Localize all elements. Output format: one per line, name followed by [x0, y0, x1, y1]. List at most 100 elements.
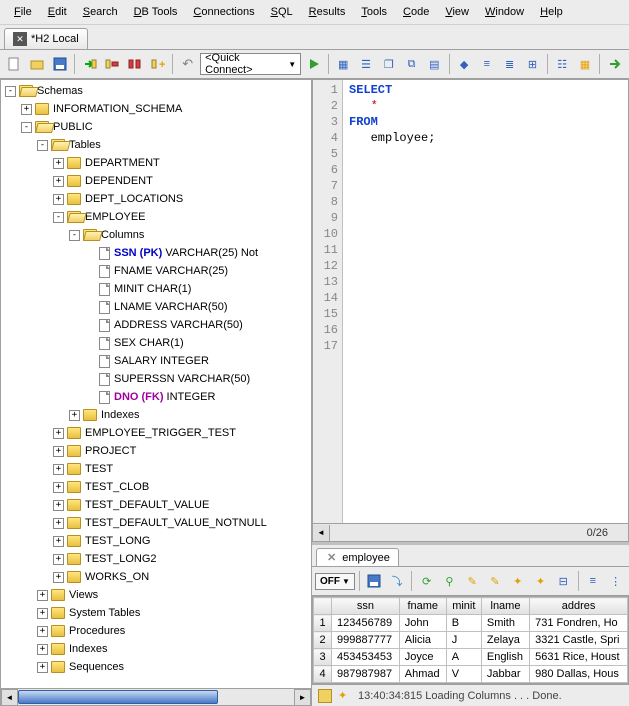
- menu-tools[interactable]: Tools: [353, 3, 395, 21]
- tree-expander[interactable]: +: [69, 410, 80, 421]
- res-find-button[interactable]: ⚲: [439, 570, 460, 592]
- tree-node[interactable]: -Columns: [1, 226, 311, 244]
- tree-node[interactable]: -Schemas: [1, 82, 311, 100]
- res-export-button[interactable]: ⤵: [387, 570, 408, 592]
- tb-c[interactable]: ❐: [378, 53, 399, 75]
- new-connection-button[interactable]: +: [148, 53, 169, 75]
- scroll-thumb[interactable]: [18, 690, 218, 704]
- close-icon[interactable]: ✕: [325, 551, 338, 564]
- menu-window[interactable]: Window: [477, 3, 532, 21]
- tree-expander[interactable]: +: [53, 536, 64, 547]
- tb-d[interactable]: ⧉: [401, 53, 422, 75]
- table-row[interactable]: 2999887777AliciaJZelaya3321 Castle, Spri: [314, 632, 628, 649]
- tree-node[interactable]: +TEST: [1, 460, 311, 478]
- res-rows[interactable]: ≡: [582, 570, 603, 592]
- tree-node[interactable]: +TEST_DEFAULT_VALUE: [1, 496, 311, 514]
- res-wand3[interactable]: ✦: [507, 570, 528, 592]
- tree-node[interactable]: +System Tables: [1, 604, 311, 622]
- tree-expander[interactable]: -: [21, 122, 32, 133]
- tree-node[interactable]: +INFORMATION_SCHEMA: [1, 100, 311, 118]
- tree-node[interactable]: SUPERSSN VARCHAR(50): [1, 370, 311, 388]
- tree-node[interactable]: +Sequences: [1, 658, 311, 676]
- menu-results[interactable]: Results: [301, 3, 354, 21]
- tree-expander[interactable]: +: [53, 176, 64, 187]
- tree-expander[interactable]: +: [37, 626, 48, 637]
- column-header[interactable]: lname: [481, 598, 529, 615]
- menu-code[interactable]: Code: [395, 3, 437, 21]
- editor-hscrollbar[interactable]: ◄ 0/26: [312, 524, 629, 542]
- res-wand2[interactable]: ✎: [485, 570, 506, 592]
- quick-connect-dropdown[interactable]: <Quick Connect> ▼: [200, 53, 301, 75]
- tree-node[interactable]: +TEST_LONG2: [1, 550, 311, 568]
- schema-tree[interactable]: -Schemas+INFORMATION_SCHEMA-PUBLIC-Table…: [1, 80, 311, 688]
- res-wand1[interactable]: ✎: [462, 570, 483, 592]
- editor-tab[interactable]: ✕ *H2 Local: [4, 28, 88, 49]
- tree-node[interactable]: SSN (PK) VARCHAR(25) Not: [1, 244, 311, 262]
- res-wand4[interactable]: ✦: [530, 570, 551, 592]
- menu-sql[interactable]: SQL: [263, 3, 301, 21]
- tree-node[interactable]: FNAME VARCHAR(25): [1, 262, 311, 280]
- table-row[interactable]: 3453453453JoyceAEnglish5631 Rice, Houst: [314, 649, 628, 666]
- tb-j[interactable]: ☷: [552, 53, 573, 75]
- connect-button[interactable]: [79, 53, 100, 75]
- tb-i[interactable]: ⊞: [522, 53, 543, 75]
- tree-expander[interactable]: -: [37, 140, 48, 151]
- editor-scroll-left[interactable]: ◄: [313, 525, 330, 541]
- tree-node[interactable]: DNO (FK) INTEGER: [1, 388, 311, 406]
- menu-search[interactable]: Search: [75, 3, 126, 21]
- tree-expander[interactable]: +: [53, 554, 64, 565]
- tree-node[interactable]: ADDRESS VARCHAR(50): [1, 316, 311, 334]
- tree-node[interactable]: +DEPT_LOCATIONS: [1, 190, 311, 208]
- tb-a[interactable]: ▦: [333, 53, 354, 75]
- tree-node[interactable]: +Views: [1, 586, 311, 604]
- autocommit-toggle[interactable]: OFF▼: [315, 573, 355, 590]
- tree-node[interactable]: +Indexes: [1, 406, 311, 424]
- tree-expander[interactable]: +: [53, 464, 64, 475]
- tree-expander[interactable]: +: [53, 158, 64, 169]
- tree-expander[interactable]: +: [53, 500, 64, 511]
- tree-node[interactable]: +DEPENDENT: [1, 172, 311, 190]
- tree-node[interactable]: SEX CHAR(1): [1, 334, 311, 352]
- scroll-right-arrow[interactable]: ►: [294, 689, 311, 706]
- tree-hscrollbar[interactable]: ◄ ►: [1, 688, 311, 705]
- tree-expander[interactable]: +: [53, 518, 64, 529]
- tb-b[interactable]: ☰: [356, 53, 377, 75]
- column-header[interactable]: ssn: [332, 598, 400, 615]
- tree-expander[interactable]: +: [21, 104, 32, 115]
- tree-node[interactable]: +DEPARTMENT: [1, 154, 311, 172]
- table-row[interactable]: 1123456789JohnBSmith731 Fondren, Ho: [314, 615, 628, 632]
- open-file-button[interactable]: [27, 53, 48, 75]
- tree-node[interactable]: LNAME VARCHAR(50): [1, 298, 311, 316]
- tree-expander[interactable]: +: [37, 662, 48, 673]
- menu-db-tools[interactable]: DB Tools: [126, 3, 186, 21]
- tree-expander[interactable]: +: [37, 644, 48, 655]
- history-back-button[interactable]: ↶: [177, 53, 198, 75]
- save-button[interactable]: [50, 53, 71, 75]
- tree-node[interactable]: -EMPLOYEE: [1, 208, 311, 226]
- run-button[interactable]: [303, 53, 324, 75]
- res-col[interactable]: ⊟: [553, 570, 574, 592]
- tree-node[interactable]: +PROJECT: [1, 442, 311, 460]
- tree-expander[interactable]: +: [37, 608, 48, 619]
- table-row[interactable]: 4987987987AhmadVJabbar980 Dallas, Hous: [314, 666, 628, 683]
- column-header[interactable]: fname: [399, 598, 446, 615]
- tree-node[interactable]: SALARY INTEGER: [1, 352, 311, 370]
- tree-expander[interactable]: +: [53, 482, 64, 493]
- tree-expander[interactable]: +: [53, 446, 64, 457]
- res-more[interactable]: ⋮: [605, 570, 626, 592]
- tree-expander[interactable]: +: [37, 590, 48, 601]
- menu-help[interactable]: Help: [532, 3, 571, 21]
- column-header[interactable]: addres: [530, 598, 628, 615]
- disconnect-button[interactable]: [102, 53, 123, 75]
- menu-edit[interactable]: Edit: [40, 3, 75, 21]
- results-tab[interactable]: ✕ employee: [316, 548, 399, 566]
- tb-f[interactable]: ◆: [454, 53, 475, 75]
- tree-expander[interactable]: +: [53, 572, 64, 583]
- tree-node[interactable]: +EMPLOYEE_TRIGGER_TEST: [1, 424, 311, 442]
- tree-node[interactable]: +Procedures: [1, 622, 311, 640]
- menu-view[interactable]: View: [437, 3, 477, 21]
- tree-expander[interactable]: +: [53, 428, 64, 439]
- new-file-button[interactable]: [4, 53, 25, 75]
- tree-node[interactable]: +TEST_LONG: [1, 532, 311, 550]
- tab-close-icon[interactable]: ✕: [13, 32, 27, 46]
